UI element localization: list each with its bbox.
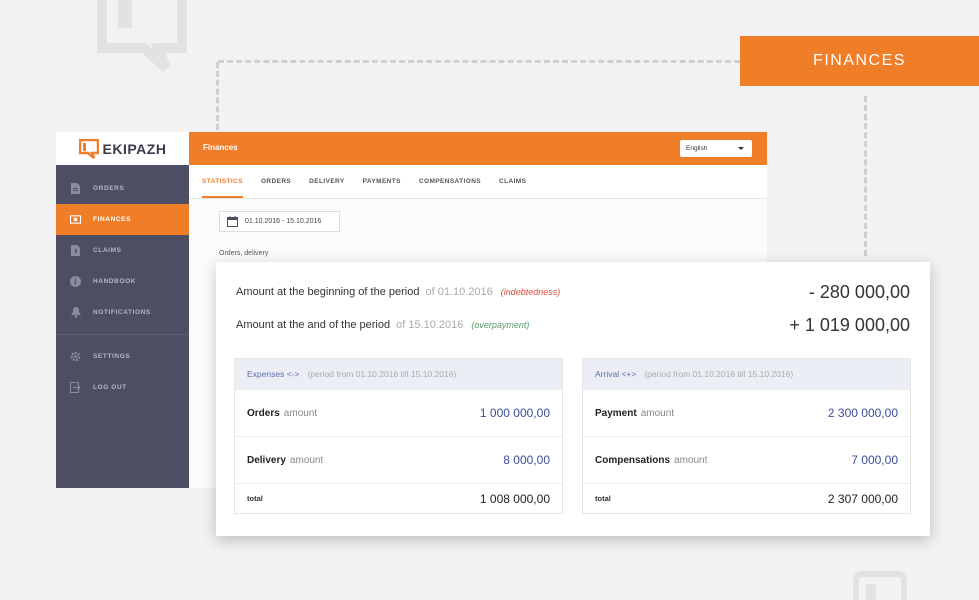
arrival-title: Arrival <+> bbox=[595, 369, 637, 379]
brand-logo-icon bbox=[78, 138, 99, 159]
balance-begin-label: Amount at the beginning of the period bbox=[236, 286, 420, 298]
expenses-title: Expenses <-> bbox=[247, 369, 300, 379]
sidebar-item-logout[interactable]: LOG OUT bbox=[56, 372, 189, 403]
expenses-period: (period from 01.10.2016 till 15.10.2016) bbox=[307, 369, 457, 379]
sidebar-item-label: ORDERS bbox=[93, 185, 125, 192]
language-value: English bbox=[686, 145, 708, 152]
total-value: 1 008 000,00 bbox=[479, 491, 550, 506]
date-range-value: 01.10.2016 - 15.10.2016 bbox=[245, 218, 322, 225]
sidebar-item-notifications[interactable]: NOTIFICATIONS bbox=[56, 297, 189, 328]
balance-end-row: Amount at the and of the period of 15.10… bbox=[236, 315, 910, 335]
sidebar-item-label: SETTINGS bbox=[93, 353, 131, 360]
row-name: Compensations bbox=[595, 454, 671, 466]
table-row: Compensations amount 7 000,00 bbox=[583, 436, 910, 483]
section-label: Orders, delivery bbox=[219, 250, 269, 257]
connector-line bbox=[864, 96, 867, 256]
total-value: 2 307 000,00 bbox=[827, 491, 898, 506]
calendar-icon bbox=[227, 216, 238, 227]
sidebar-item-label: NOTIFICATIONS bbox=[93, 309, 151, 316]
sidebar: EKIPAZH ORDERS FINANCES CLAIMS HANDBOOK bbox=[56, 132, 189, 488]
balance-begin-row: Amount at the beginning of the period of… bbox=[236, 282, 910, 302]
row-sub: amount bbox=[283, 407, 318, 419]
row-name: Orders bbox=[247, 407, 280, 419]
chevron-down-icon bbox=[738, 147, 744, 150]
table-row: Payment amount 2 300 000,00 bbox=[583, 389, 910, 436]
arrival-total-row: total 2 307 000,00 bbox=[583, 483, 910, 513]
tab-claims[interactable]: CLAIMS bbox=[499, 165, 526, 198]
row-sub: amount bbox=[289, 454, 324, 466]
arrival-period: (period from 01.10.2016 till 15.10.2016) bbox=[644, 369, 794, 379]
expenses-header: Expenses <-> (period from 01.10.2016 til… bbox=[235, 359, 562, 389]
row-value: 2 300 000,00 bbox=[827, 406, 898, 420]
connector-line bbox=[218, 60, 740, 63]
expenses-total-row: total 1 008 000,00 bbox=[235, 483, 562, 513]
language-select[interactable]: English bbox=[680, 140, 752, 157]
sidebar-item-settings[interactable]: SETTINGS bbox=[56, 341, 189, 372]
total-label: total bbox=[247, 494, 263, 503]
balance-begin-date: of 01.10.2016 bbox=[425, 286, 493, 298]
row-sub: amount bbox=[674, 454, 708, 466]
background-logo-icon bbox=[97, 0, 187, 72]
logout-icon bbox=[70, 382, 81, 393]
row-name: Payment bbox=[595, 407, 637, 419]
tab-compensations[interactable]: COMPENSATIONS bbox=[419, 165, 481, 198]
sidebar-item-finances[interactable]: FINANCES bbox=[56, 204, 189, 235]
info-icon bbox=[70, 276, 81, 287]
document-icon bbox=[70, 183, 81, 194]
row-value: 8 000,00 bbox=[503, 453, 550, 467]
balance-begin-amount: - 280 000,00 bbox=[808, 281, 910, 302]
top-bar: Finances English bbox=[189, 132, 767, 165]
tab-bar: STATISTICS ORDERS DELIVERY PAYMENTS COMP… bbox=[189, 165, 767, 199]
sidebar-item-claims[interactable]: CLAIMS bbox=[56, 235, 189, 266]
brand-name: EKIPAZH bbox=[102, 140, 167, 157]
sidebar-item-label: FINANCES bbox=[93, 216, 132, 223]
sidebar-divider bbox=[56, 334, 189, 335]
table-row: Orders amount 1 000 000,00 bbox=[235, 389, 562, 436]
sidebar-item-label: LOG OUT bbox=[93, 384, 127, 391]
statistics-card: Amount at the beginning of the period of… bbox=[216, 262, 930, 536]
overpayment-note: (overpayment) bbox=[471, 320, 530, 330]
expenses-panel: Expenses <-> (period from 01.10.2016 til… bbox=[234, 358, 563, 514]
tab-delivery[interactable]: DELIVERY bbox=[309, 165, 344, 198]
money-icon bbox=[70, 214, 81, 225]
tab-statistics[interactable]: STATISTICS bbox=[202, 165, 243, 198]
row-value: 1 000 000,00 bbox=[479, 406, 550, 420]
claim-file-icon bbox=[70, 245, 81, 256]
bell-icon bbox=[70, 307, 81, 318]
gear-icon bbox=[70, 351, 81, 362]
sidebar-item-label: CLAIMS bbox=[93, 247, 122, 254]
total-label: total bbox=[595, 494, 611, 503]
tab-payments[interactable]: PAYMENTS bbox=[363, 165, 401, 198]
sidebar-item-label: HANDBOOK bbox=[93, 278, 137, 285]
table-row: Delivery amount 8 000,00 bbox=[235, 436, 562, 483]
sidebar-nav: ORDERS FINANCES CLAIMS HANDBOOK NOTIFICA… bbox=[56, 165, 189, 403]
balance-end-amount: + 1 019 000,00 bbox=[789, 314, 910, 335]
sidebar-item-orders[interactable]: ORDERS bbox=[56, 173, 189, 204]
balance-end-date: of 15.10.2016 bbox=[396, 319, 464, 331]
tab-orders[interactable]: ORDERS bbox=[261, 165, 291, 198]
page-title: Finances bbox=[203, 143, 238, 152]
row-value: 7 000,00 bbox=[851, 453, 898, 467]
date-range-picker[interactable]: 01.10.2016 - 15.10.2016 bbox=[219, 211, 340, 232]
background-logo-icon bbox=[853, 571, 907, 600]
brand-logo[interactable]: EKIPAZH bbox=[56, 132, 189, 165]
row-sub: amount bbox=[640, 407, 675, 419]
row-name: Delivery bbox=[247, 454, 286, 466]
indebtedness-note: (indebtedness) bbox=[500, 287, 561, 297]
balance-end-label: Amount at the and of the period bbox=[236, 319, 391, 331]
connector-line bbox=[216, 62, 219, 130]
sidebar-item-handbook[interactable]: HANDBOOK bbox=[56, 266, 189, 297]
arrival-panel: Arrival <+> (period from 01.10.2016 till… bbox=[582, 358, 911, 514]
arrival-header: Arrival <+> (period from 01.10.2016 till… bbox=[583, 359, 910, 389]
finances-banner: FINANCES bbox=[740, 36, 979, 86]
